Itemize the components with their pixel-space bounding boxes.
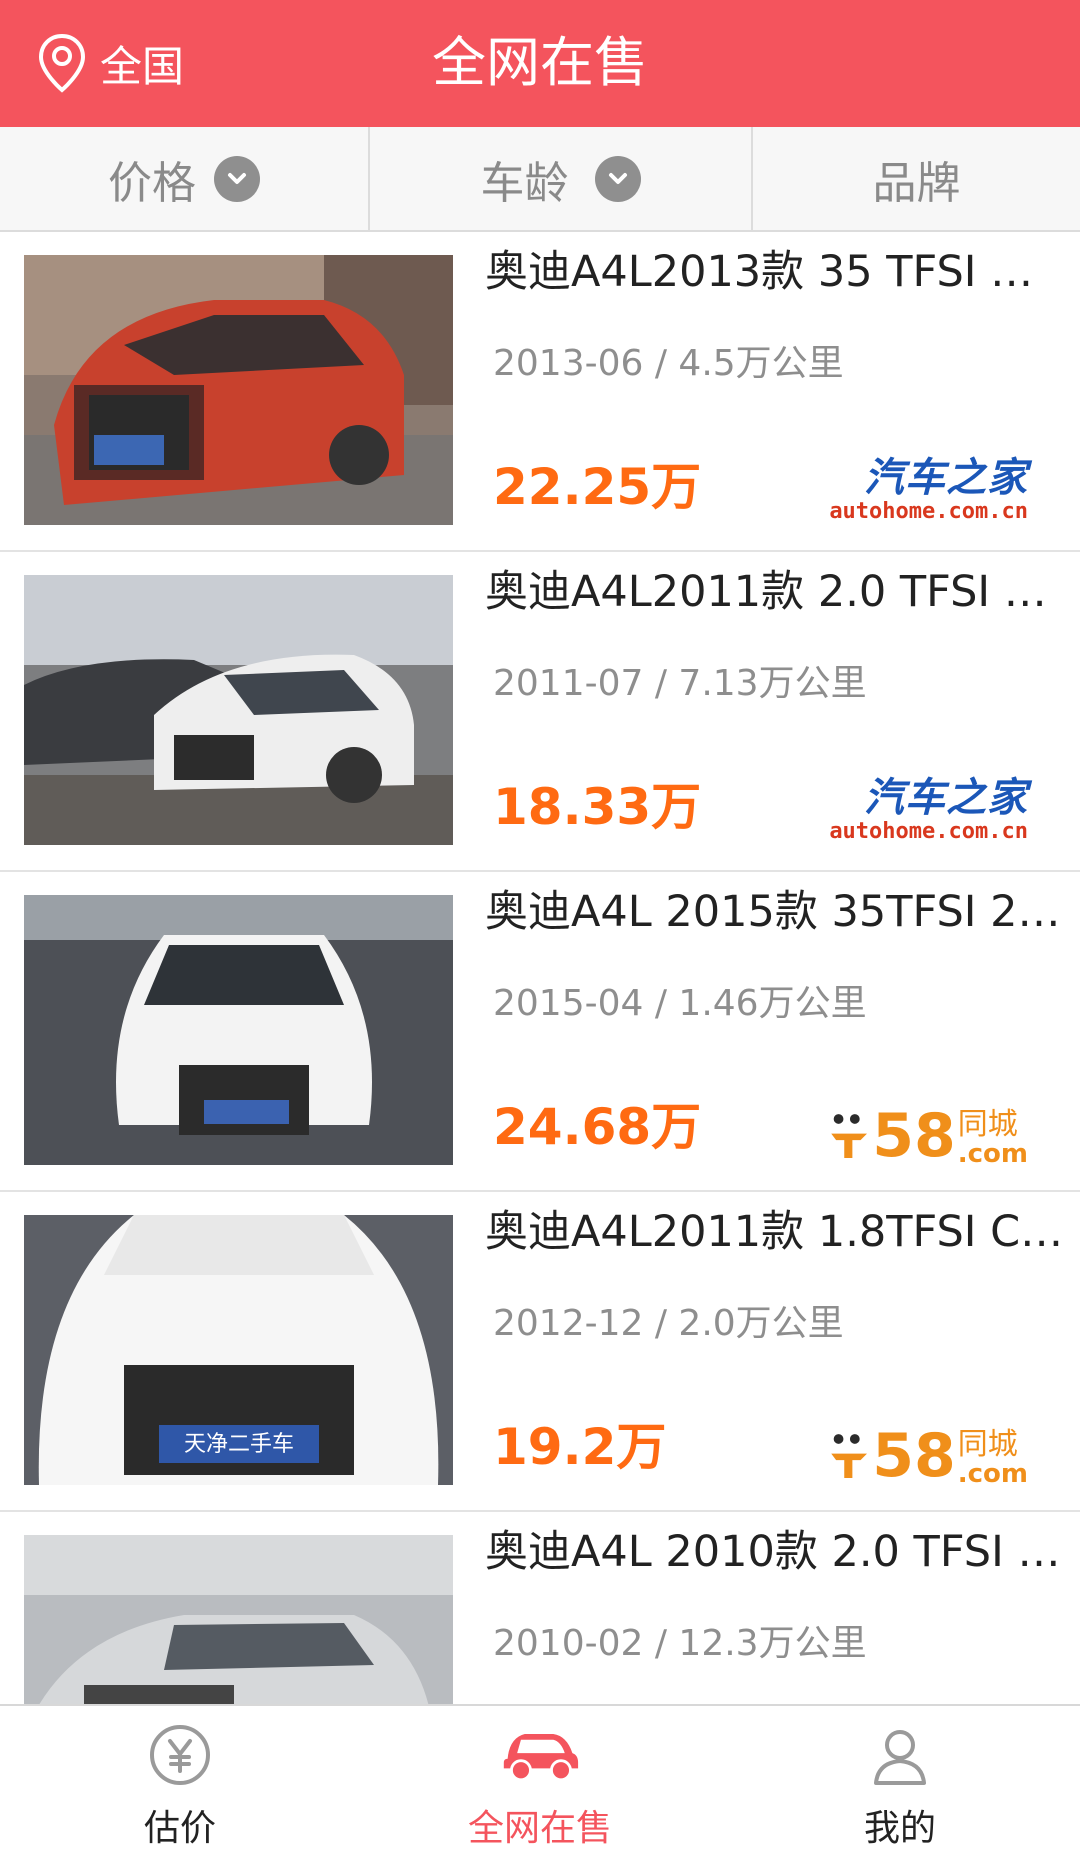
tab-mine[interactable]: 我的 [720, 1706, 1080, 1851]
tab-all-on-sale-label: 全网在售 [467, 1808, 612, 1849]
car-list: 奥迪A4L2013款 35 TFSI 自动标准型 2013-06 / 4.5万公… [0, 232, 1080, 1704]
chevron-down-icon [214, 155, 260, 202]
filter-brand-label: 品牌 [872, 157, 961, 209]
tab-estimate[interactable]: 估价 [0, 1706, 360, 1851]
58-mascot-icon [831, 1114, 867, 1158]
filter-bar: 价格 车龄 品牌 [0, 127, 1080, 232]
car-title: 奥迪A4L2013款 35 TFSI 自动标准型 [485, 247, 1070, 297]
user-icon [860, 1720, 940, 1789]
car-price: 22.25万 [493, 458, 702, 516]
filter-price[interactable]: 价格 [0, 127, 370, 230]
car-title: 奥迪A4L 2015款 35TFSI 2.0T [485, 887, 1070, 937]
svg-text:天净二手车: 天净二手车 [184, 1432, 294, 1457]
car-date-mileage: 2013-06 / 4.5万公里 [493, 343, 844, 384]
source-logo-58tongcheng: 58 同城 .com [828, 1417, 1028, 1487]
filter-price-label: 价格 [108, 157, 196, 209]
list-item[interactable]: 奥迪A4L2013款 35 TFSI 自动标准型 2013-06 / 4.5万公… [0, 232, 1080, 552]
car-photo: 天净二手车 [24, 1215, 453, 1485]
list-item[interactable]: 天净二手车 奥迪A4L2011款 1.8TFSI CVT 2012-12 / 2… [0, 1192, 1080, 1512]
source-logo-autohome: 汽车之家 autohome.com.cn [829, 455, 1028, 524]
car-icon [500, 1720, 580, 1789]
car-date-mileage: 2015-04 / 1.46万公里 [493, 983, 867, 1024]
car-title: 奥迪A4L2011款 1.8TFSI CVT [485, 1207, 1070, 1257]
58-mascot-icon [831, 1434, 867, 1478]
app-header: 全国 全网在售 [0, 0, 1080, 127]
tab-all-on-sale[interactable]: 全网在售 [360, 1706, 720, 1851]
filter-age-label: 车龄 [480, 157, 569, 209]
car-photo [24, 255, 453, 525]
car-photo [24, 895, 453, 1165]
car-date-mileage: 2012-12 / 2.0万公里 [493, 1303, 844, 1344]
yuan-circle-icon [140, 1720, 220, 1789]
car-title: 奥迪A4L2011款 2.0 TFSI 技术型 [485, 567, 1070, 617]
filter-age[interactable]: 车龄 [370, 127, 753, 230]
list-item[interactable]: 奥迪A4L2011款 2.0 TFSI 技术型 2011-07 / 7.13万公… [0, 552, 1080, 872]
tab-estimate-label: 估价 [143, 1808, 216, 1849]
page-title: 全网在售 [432, 31, 648, 94]
list-item[interactable]: 奥迪A4L 2010款 2.0 TFSI 舒适型 2010-02 / 12.3万… [0, 1512, 1080, 1704]
source-logo-58tongcheng: 58 同城 .com [828, 1097, 1028, 1167]
source-logo-autohome: 汽车之家 autohome.com.cn [829, 775, 1028, 844]
list-item[interactable]: 奥迪A4L 2015款 35TFSI 2.0T 2015-04 / 1.46万公… [0, 872, 1080, 1192]
bottom-tab-bar: 估价 全网在售 我的 [0, 1704, 1080, 1851]
car-title: 奥迪A4L 2010款 2.0 TFSI 舒适型 [485, 1527, 1070, 1577]
car-date-mileage: 2010-02 / 12.3万公里 [493, 1623, 867, 1664]
car-price: 18.33万 [493, 778, 702, 836]
car-photo [24, 575, 453, 845]
car-date-mileage: 2011-07 / 7.13万公里 [493, 663, 867, 704]
car-price: 24.68万 [493, 1098, 702, 1156]
filter-brand[interactable]: 品牌 [753, 127, 1080, 230]
chevron-down-icon [594, 155, 641, 202]
car-photo [24, 1535, 453, 1704]
tab-mine-label: 我的 [863, 1808, 936, 1849]
car-price: 19.2万 [493, 1418, 667, 1476]
